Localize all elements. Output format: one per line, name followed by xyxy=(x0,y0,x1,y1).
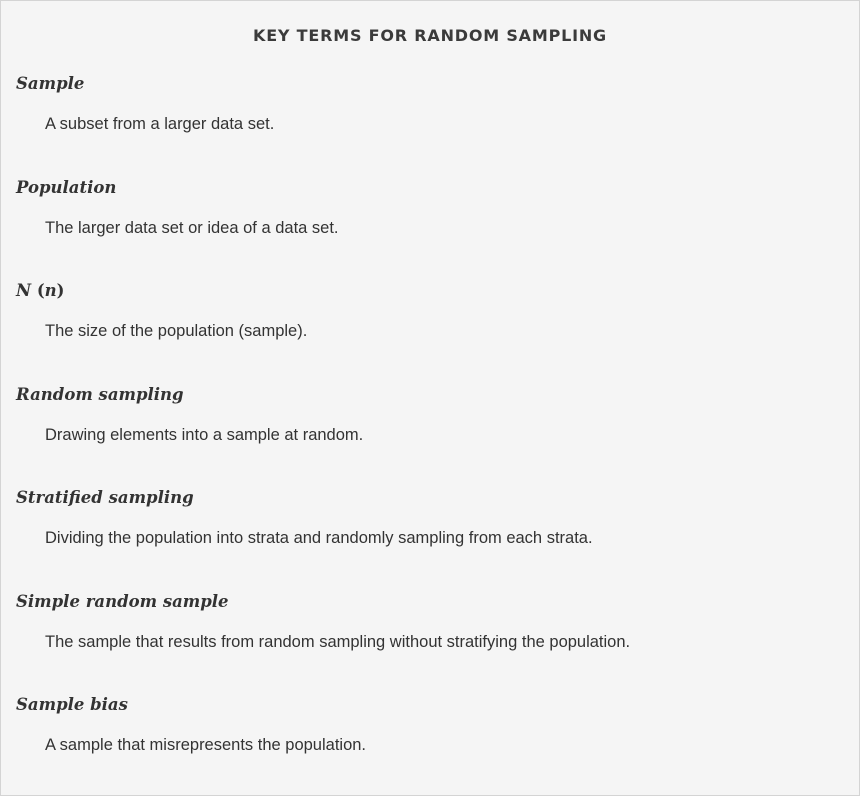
term-name: Sample bias xyxy=(16,695,128,714)
term-entry-random-sampling: Random sampling Drawing elements into a … xyxy=(16,382,846,486)
term-name-inner: n xyxy=(44,281,57,300)
term-definition: Dividing the population into strata and … xyxy=(45,529,593,547)
term-name-main: N xyxy=(16,281,32,300)
term-entry-sample: Sample A subset from a larger data set. xyxy=(16,71,846,175)
box-title: KEY TERMS FOR RANDOM SAMPLING xyxy=(253,26,607,45)
term-name: Population xyxy=(16,177,117,197)
term-entry-n: N (n) The size of the population (sample… xyxy=(16,278,846,382)
term-name: Simple random sample xyxy=(16,591,229,611)
term-name-close-paren: ) xyxy=(56,281,65,300)
term-definition: Drawing elements into a sample at random… xyxy=(45,425,364,444)
term-entry-population: Population The larger data set or idea o… xyxy=(16,175,846,279)
term-definition: A subset from a larger data set. xyxy=(45,115,275,133)
term-name: Stratified sampling xyxy=(16,488,194,507)
term-name: Random sampling xyxy=(16,384,184,404)
key-terms-box: KEY TERMS FOR RANDOM SAMPLING Sample A s… xyxy=(0,0,860,796)
term-definition: The larger data set or idea of a data se… xyxy=(45,218,339,237)
term-entry-simple-random-sample: Simple random sample The sample that res… xyxy=(16,589,846,693)
term-definition: The size of the population (sample). xyxy=(45,322,308,340)
term-entry-sample-bias: Sample bias A sample that misrepresents … xyxy=(16,692,846,796)
term-entry-stratified-sampling: Stratified sampling Dividing the populat… xyxy=(16,485,846,589)
term-name-open-paren: ( xyxy=(31,281,45,300)
term-name: N (n) xyxy=(16,278,846,303)
terms-list: Sample A subset from a larger data set. … xyxy=(16,71,846,796)
term-name: Sample xyxy=(16,74,85,93)
term-definition: A sample that misrepresents the populati… xyxy=(45,736,367,754)
term-definition: The sample that results from random samp… xyxy=(45,632,631,651)
